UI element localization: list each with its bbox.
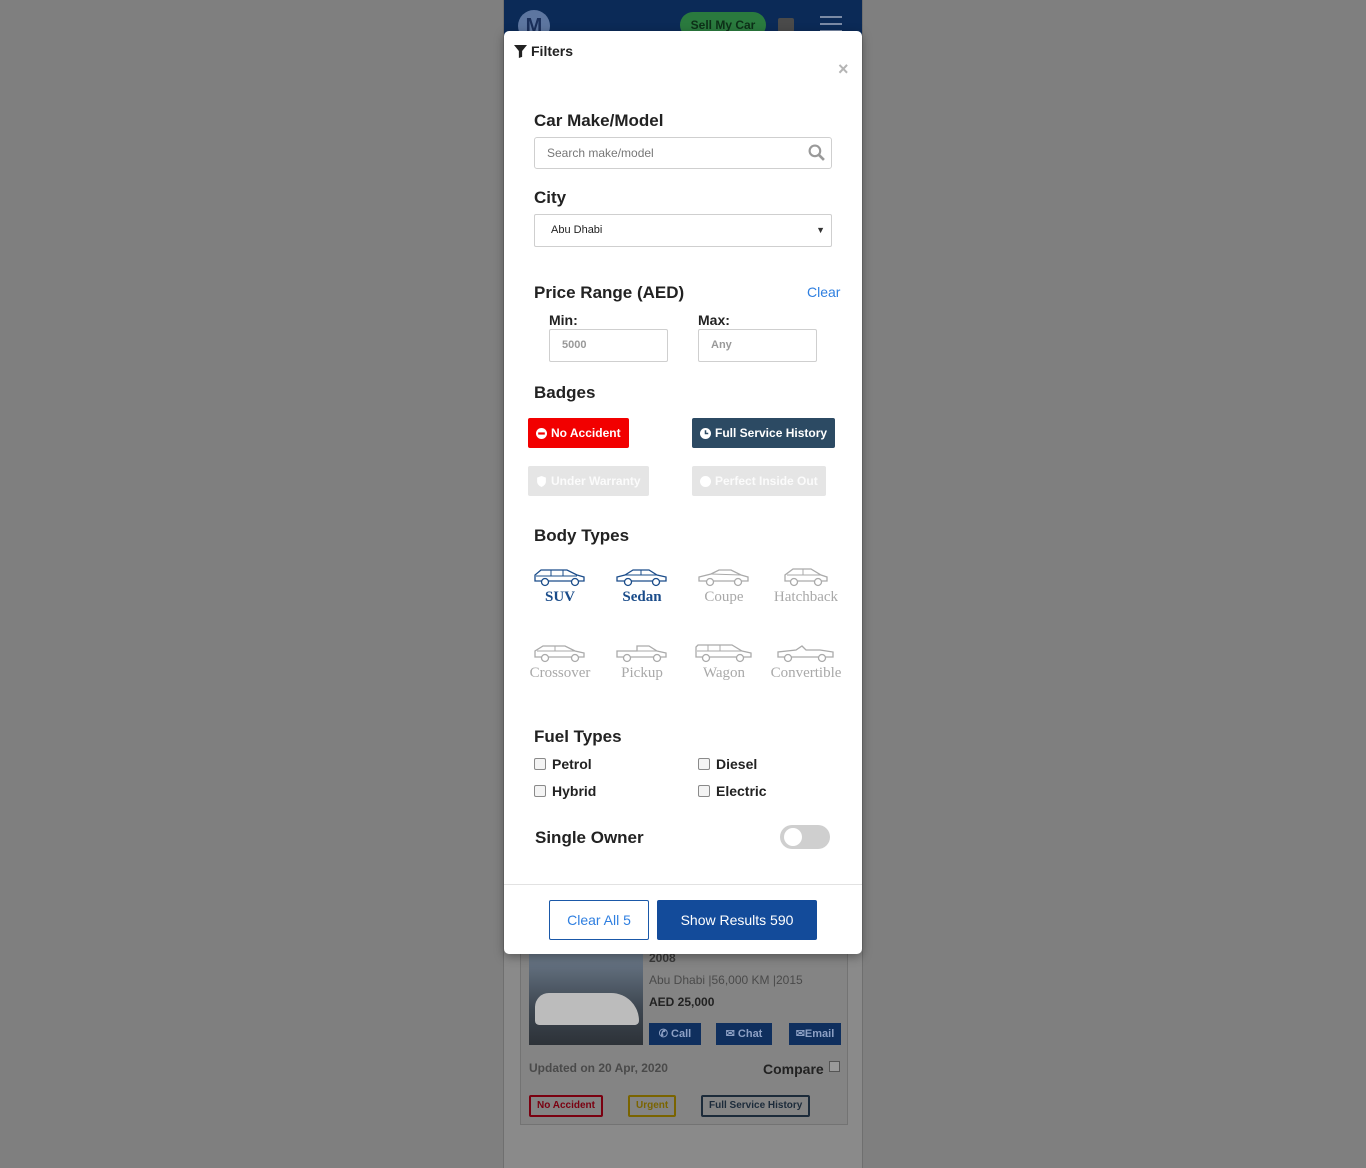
body-types-title: Body Types [534,526,630,545]
body-type-label: Sedan [622,589,662,605]
suv-icon [534,569,585,587]
user-icon[interactable] [778,18,794,32]
chat-button[interactable]: ✉ Chat [716,1023,772,1045]
body-type-label: Convertible [770,665,842,681]
max-price-input[interactable]: Any [698,329,817,362]
listing-km: 56,000 KM [711,973,770,987]
body-type-label: Pickup [621,665,663,681]
filters-modal: Filters × Car Make/Model City Abu Dhabi … [504,31,862,954]
petrol-checkbox[interactable] [534,758,546,770]
fuel-diesel[interactable]: Diesel [698,756,757,772]
make-model-search[interactable] [534,137,832,169]
close-icon[interactable]: × [838,59,849,80]
filter-icon [514,44,527,58]
body-type-label: SUV [544,589,575,605]
badge-perfect-inside-out[interactable]: Perfect Inside Out [692,466,826,496]
clock-icon [700,427,711,439]
clear-all-button[interactable]: Clear All 5 [549,900,649,940]
crossover-icon [534,645,585,663]
convertible-icon [777,645,834,663]
min-label: Min: [549,312,578,328]
fuel-label: Hybrid [552,783,597,799]
diesel-checkbox[interactable] [698,758,710,770]
footer-divider [504,884,862,885]
listing-city: Abu Dhabi [649,973,706,987]
fuel-label: Petrol [552,756,592,772]
badges-title: Badges [534,383,596,402]
listing-badge-urgent: Urgent [628,1095,677,1117]
city-selected: Abu Dhabi [551,224,603,236]
search-icon[interactable] [808,144,825,161]
coupe-icon [698,569,749,587]
make-model-title: Car Make/Model [534,111,664,130]
body-type-sedan[interactable]: Sedan [602,567,682,606]
pickup-icon [616,645,667,663]
fuel-electric[interactable]: Electric [698,783,767,799]
city-title: City [534,188,567,207]
body-type-label: Hatchback [773,589,839,605]
body-type-suv[interactable]: SUV [520,567,600,606]
body-type-label: Wagon [702,665,746,681]
single-owner-toggle[interactable] [780,825,830,849]
fuel-label: Electric [716,783,767,799]
sedan-icon [616,569,667,587]
clear-price-link[interactable]: Clear [807,284,840,300]
caret-down-icon: ▼ [816,225,825,235]
fuel-types-title: Fuel Types [534,727,622,746]
fuel-label: Diesel [716,756,758,772]
email-button[interactable]: ✉Email [789,1023,841,1045]
listing-badge-no-accident: No Accident [529,1095,603,1117]
show-results-button[interactable]: Show Results 590 [657,900,817,940]
body-type-pickup[interactable]: Pickup [602,643,682,682]
modal-title: Filters [514,43,573,59]
listing-card[interactable]: 2008 Abu Dhabi |56,000 KM |2015 AED 25,0… [520,950,848,1125]
compare-checkbox[interactable] [829,1061,840,1072]
body-type-wagon[interactable]: Wagon [684,643,764,682]
compare-label: Compare [763,1061,824,1077]
listing-year: 2015 [776,973,803,987]
badge-full-service-history[interactable]: Full Service History [692,418,835,448]
no-entry-icon [536,427,547,439]
updated-date: Updated on 20 Apr, 2020 [529,1061,668,1075]
search-input[interactable] [535,138,795,168]
single-owner-label: Single Owner [535,828,644,847]
body-type-crossover[interactable]: Crossover [520,643,600,682]
city-select[interactable]: Abu Dhabi ▼ [534,214,832,247]
price-range-title: Price Range (AED) [534,283,685,302]
hybrid-checkbox[interactable] [534,785,546,797]
listing-badge-full-service: Full Service History [701,1095,811,1117]
body-type-label: Coupe [704,589,744,605]
badge-no-accident[interactable]: No Accident [528,418,629,448]
toggle-knob [784,828,802,846]
call-button[interactable]: ✆ Call [649,1023,701,1045]
electric-checkbox[interactable] [698,785,710,797]
fuel-petrol[interactable]: Petrol [534,756,592,772]
body-type-convertible[interactable]: Convertible [766,643,846,682]
fuel-hybrid[interactable]: Hybrid [534,783,596,799]
shield-check-icon [537,475,546,487]
badge-under-warranty[interactable]: Under Warranty [528,466,649,496]
body-type-coupe[interactable]: Coupe [684,567,764,606]
hatchback-icon [784,568,828,587]
wagon-icon [695,644,752,663]
body-type-hatchback[interactable]: Hatchback [766,567,846,606]
max-label: Max: [698,312,730,328]
listing-meta: Abu Dhabi |56,000 KM |2015 [649,973,803,987]
body-type-label: Crossover [529,665,591,681]
min-price-input[interactable]: 5000 [549,329,668,362]
listing-image[interactable] [529,953,643,1045]
check-circle-icon [700,475,711,487]
listing-price: AED 25,000 [649,995,715,1009]
